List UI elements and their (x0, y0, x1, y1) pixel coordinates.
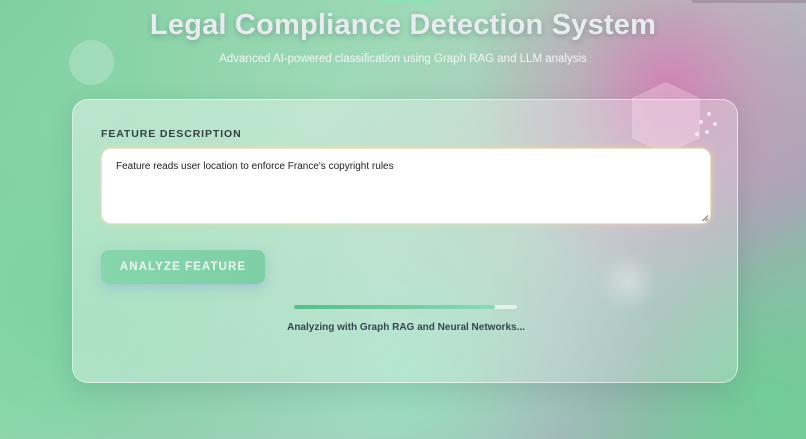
analysis-progress-fill (294, 305, 495, 309)
top-tab-indicator (378, 0, 434, 3)
analyze-feature-button[interactable]: ANALYZE FEATURE (101, 250, 265, 284)
feature-description-input[interactable]: Feature reads user location to enforce F… (101, 148, 711, 224)
analysis-card: FEATURE DESCRIPTION Feature reads user l… (72, 99, 738, 383)
page-title: Legal Compliance Detection System (149, 9, 657, 41)
analysis-progress-bar (294, 305, 517, 309)
top-bar-edge (692, 0, 806, 3)
resize-handle-icon[interactable] (702, 215, 708, 221)
page-subtitle: Advanced AI-powered classification using… (219, 53, 587, 65)
feature-description-value: Feature reads user location to enforce F… (116, 161, 394, 172)
feature-description-label: FEATURE DESCRIPTION (101, 128, 242, 140)
analysis-status-text: Analyzing with Graph RAG and Neural Netw… (287, 322, 525, 333)
